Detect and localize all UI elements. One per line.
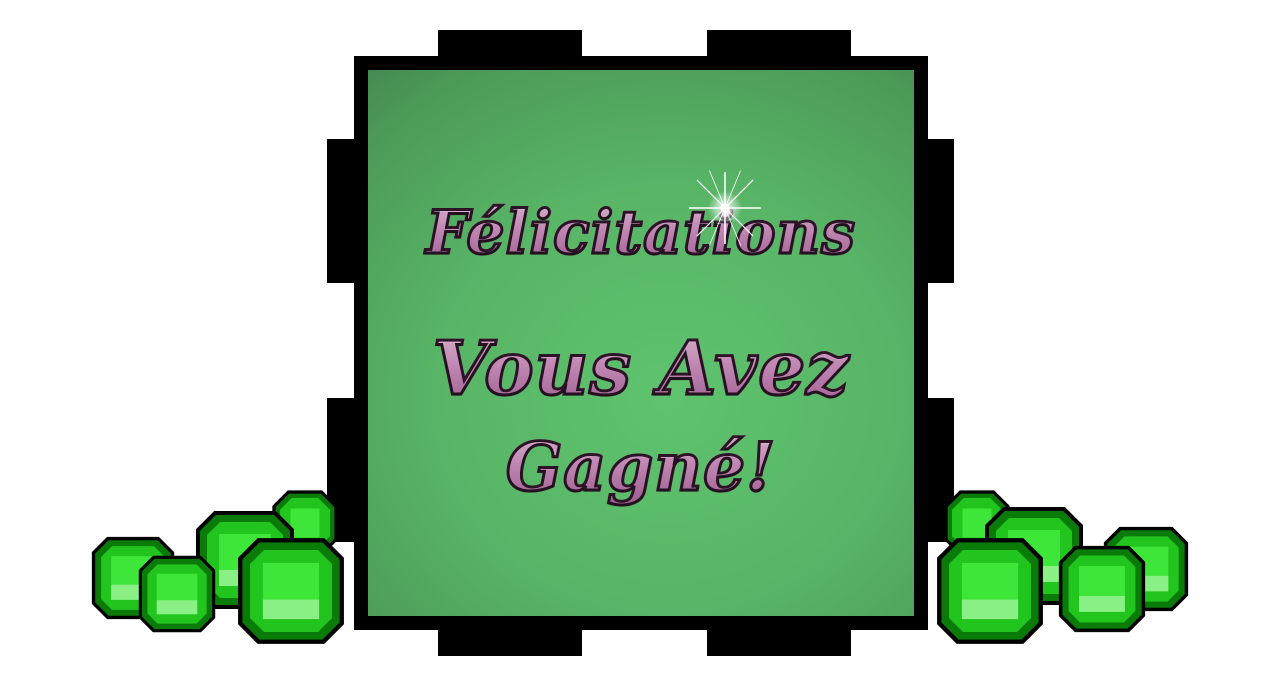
- frame-tab-right-top: [924, 139, 954, 283]
- emerald-gem-icon: [937, 538, 1043, 644]
- win-panel-background: Félicitations Vous Avez Gagné!: [368, 70, 914, 616]
- sparkle-icon: [689, 170, 761, 246]
- frame-tab-bottom-right: [707, 626, 851, 656]
- emerald-gem-icon: [138, 555, 216, 633]
- heading-line-2-text: Vous Avez: [431, 325, 850, 414]
- win-screen: Félicitations Vous Avez Gagné!: [0, 0, 1280, 686]
- win-panel: Félicitations Vous Avez Gagné!: [354, 56, 928, 630]
- emerald-gem-icon: [1058, 545, 1146, 633]
- heading-line-3-text: Gagné!: [504, 427, 777, 508]
- frame-tab-bottom-left: [438, 626, 582, 656]
- heading-line-1: Félicitations: [368, 197, 914, 270]
- frame-tab-left-top: [327, 139, 357, 283]
- emerald-gem-icon: [238, 538, 344, 644]
- heading-line-3: Gagné!: [368, 427, 914, 508]
- heading-line-2: Vous Avez: [368, 325, 914, 414]
- heading-line-1-text: Félicitations: [425, 197, 857, 270]
